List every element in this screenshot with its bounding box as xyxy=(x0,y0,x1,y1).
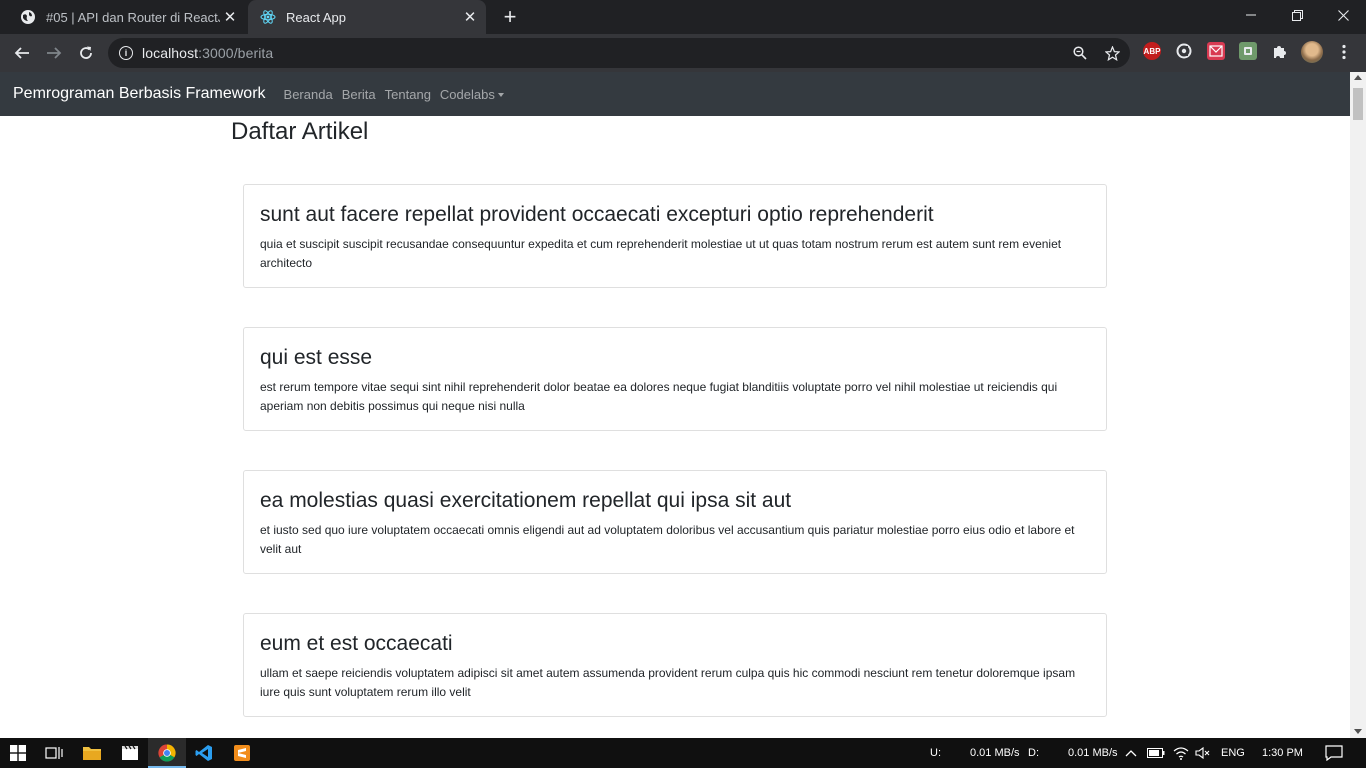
address-bar[interactable]: i localhost:3000/berita xyxy=(108,38,1130,68)
adblock-plus-icon[interactable]: ABP xyxy=(1143,42,1161,60)
article-card: sunt aut facere repellat provident occae… xyxy=(243,184,1107,288)
caret-down-icon xyxy=(497,93,504,98)
puzzle-icon[interactable] xyxy=(1271,42,1289,60)
zoom-icon[interactable] xyxy=(1072,45,1088,61)
page-scrollbar[interactable] xyxy=(1350,72,1366,738)
media-app-icon[interactable] xyxy=(120,743,140,763)
close-window-button[interactable] xyxy=(1320,0,1366,30)
close-tab-icon[interactable]: ✕ xyxy=(460,7,480,27)
windows-start-icon[interactable] xyxy=(8,743,28,763)
tab-title: #05 | API dan Router di ReactJs xyxy=(46,9,220,25)
upload-label: U: xyxy=(930,747,941,759)
extension-icon[interactable] xyxy=(1175,42,1193,60)
article-title: qui est esse xyxy=(260,346,373,369)
language-label: ENG xyxy=(1221,747,1245,759)
nav-link-codelabs-label: Codelabs xyxy=(439,86,495,102)
navbar-brand[interactable]: Pemrograman Berbasis Framework xyxy=(13,85,266,103)
browser-toolbar: i localhost:3000/berita xyxy=(0,34,1366,72)
close-tab-icon[interactable]: ✕ xyxy=(220,7,240,27)
page-title: Daftar Artikel xyxy=(231,118,369,145)
extension-icon[interactable] xyxy=(1239,42,1257,60)
clock[interactable]: 1:30 PM xyxy=(1262,738,1303,768)
forward-button[interactable] xyxy=(40,39,68,67)
browser-tab-strip: #05 | API dan Router di ReactJs ✕ React … xyxy=(0,0,1366,34)
chrome-icon[interactable] xyxy=(157,743,177,763)
nav-link-berita[interactable]: Berita xyxy=(342,87,376,102)
url-path: :3000/berita xyxy=(198,45,274,61)
article-body: et iusto sed quo iure voluptatem occaeca… xyxy=(260,523,1075,556)
task-view-icon[interactable] xyxy=(44,743,64,763)
adblock-label: ABP xyxy=(1143,46,1161,56)
download-value: 0.01 MB/s xyxy=(1068,747,1118,759)
scroll-down-arrow-icon[interactable] xyxy=(1354,729,1362,734)
nav-link-beranda[interactable]: Beranda xyxy=(284,87,333,102)
browser-tab-api-router[interactable]: #05 | API dan Router di ReactJs ✕ xyxy=(8,0,246,34)
windows-taskbar: U: 0.01 MB/s D: 0.01 MB/s ENG 1:30 PM xyxy=(0,738,1366,768)
reload-button[interactable] xyxy=(72,39,100,67)
scrollbar-thumb[interactable] xyxy=(1353,88,1363,120)
article-body: est rerum tempore vitae sequi sint nihil… xyxy=(260,380,1058,413)
upload-speed-value: 0.01 MB/s xyxy=(970,738,1020,768)
scroll-up-arrow-icon[interactable] xyxy=(1354,75,1362,80)
restore-button[interactable] xyxy=(1274,0,1320,30)
vscode-icon[interactable] xyxy=(194,743,214,763)
notification-center-icon[interactable] xyxy=(1325,738,1343,768)
bookmark-star-icon[interactable] xyxy=(1104,45,1120,61)
chevron-up-icon[interactable] xyxy=(1125,738,1137,768)
url-text: localhost:3000/berita xyxy=(142,45,273,61)
react-icon xyxy=(260,9,276,25)
extension-icon[interactable] xyxy=(1207,42,1225,60)
new-tab-button[interactable]: + xyxy=(498,4,522,29)
article-card: qui est esse est rerum tempore vitae seq… xyxy=(243,327,1107,431)
article-body: ullam et saepe reiciendis voluptatem adi… xyxy=(260,666,1076,699)
download-speed: D: xyxy=(1028,738,1039,768)
wifi-icon[interactable] xyxy=(1173,738,1189,768)
app-navbar: Pemrograman Berbasis Framework Beranda B… xyxy=(0,72,1350,116)
battery-icon[interactable] xyxy=(1147,738,1165,768)
volume-muted-icon[interactable] xyxy=(1195,738,1211,768)
article-card: eum et est occaecati ullam et saepe reic… xyxy=(243,613,1107,717)
clock-time: 1:30 PM xyxy=(1262,747,1303,759)
browser-tab-react-app[interactable]: React App ✕ xyxy=(248,0,486,34)
article-title: sunt aut facere repellat provident occae… xyxy=(260,203,934,226)
download-speed-value: 0.01 MB/s xyxy=(1068,738,1118,768)
profile-avatar[interactable] xyxy=(1301,41,1323,63)
file-explorer-icon[interactable] xyxy=(82,743,102,763)
article-card: ea molestias quasi exercitationem repell… xyxy=(243,470,1107,574)
globe-icon xyxy=(20,9,36,25)
download-label: D: xyxy=(1028,747,1039,759)
article-title: eum et est occaecati xyxy=(260,632,453,655)
page-viewport: Pemrograman Berbasis Framework Beranda B… xyxy=(0,72,1350,738)
navbar-links: Beranda Berita Tentang Codelabs xyxy=(284,87,513,102)
minimize-button[interactable] xyxy=(1228,0,1274,30)
tab-title: React App xyxy=(286,9,346,25)
upload-value: 0.01 MB/s xyxy=(970,747,1020,759)
nav-link-tentang[interactable]: Tentang xyxy=(385,87,431,102)
nav-dropdown-codelabs[interactable]: Codelabs xyxy=(440,87,504,102)
url-host: localhost xyxy=(142,45,199,61)
site-info-icon[interactable]: i xyxy=(119,46,133,60)
article-title: ea molestias quasi exercitationem repell… xyxy=(260,489,792,512)
language-indicator[interactable]: ENG xyxy=(1221,738,1245,768)
upload-speed: U: xyxy=(930,738,941,768)
back-button[interactable] xyxy=(8,39,36,67)
sublime-text-icon[interactable] xyxy=(232,743,252,763)
article-body: quia et suscipit suscipit recusandae con… xyxy=(260,237,1062,270)
browser-menu-icon[interactable] xyxy=(1334,40,1354,64)
